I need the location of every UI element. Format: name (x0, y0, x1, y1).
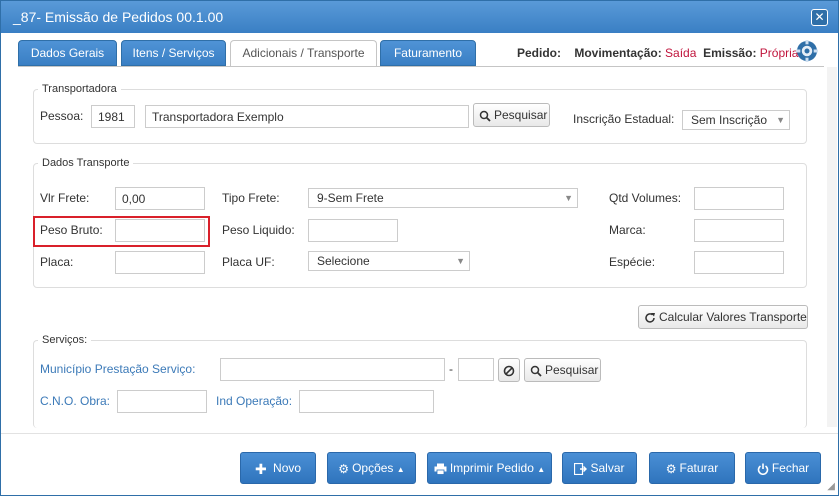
close-icon[interactable]: ✕ (811, 9, 828, 26)
especie-input[interactable] (694, 251, 784, 274)
novo-label: Novo (273, 461, 302, 475)
ie-label: Inscrição Estadual: (573, 112, 675, 126)
municipio-label: Município Prestação Serviço: (40, 362, 196, 376)
faturar-button[interactable]: ⚙ Faturar (649, 452, 735, 484)
especie-label: Espécie: (609, 255, 656, 269)
servicos-section: Serviços: (33, 334, 807, 428)
plus-icon: ✚ (254, 460, 267, 477)
resize-handle-icon[interactable]: ◢ (827, 481, 835, 492)
pedido-label: Pedido: (517, 46, 561, 60)
calculate-label: Calcular Valores Transporte (659, 310, 807, 324)
cno-input[interactable] (117, 390, 207, 413)
peso-liquido-label: Peso Liquido: (222, 223, 295, 237)
print-icon (434, 463, 447, 475)
ind-operacao-input[interactable] (299, 390, 434, 413)
ind-operacao-label: Ind Operação: (216, 394, 293, 408)
tipo-frete-label: Tipo Frete: (222, 191, 280, 205)
pessoa-code-input[interactable] (91, 105, 135, 128)
salvar-button[interactable]: Salvar (562, 452, 637, 484)
chevron-down-icon: ▼ (776, 115, 785, 125)
tab-adicionais-transporte[interactable]: Adicionais / Transporte (230, 40, 377, 67)
dados-transporte-legend: Dados Transporte (42, 157, 130, 169)
footer-divider (1, 433, 838, 434)
opcoes-label: Opções (352, 461, 394, 475)
imprimir-label: Imprimir Pedido (449, 461, 534, 475)
order-status: Pedido: Movimentação: Saída Emissão: Pró… (517, 46, 798, 60)
refresh-icon (645, 312, 655, 323)
caret-down-icon: ▲ (396, 465, 405, 474)
caret-down-icon: ▲ (537, 465, 546, 474)
municipio-code-input[interactable] (458, 358, 494, 381)
emissao-value: Própria (759, 46, 799, 60)
pessoa-label: Pessoa: (40, 109, 84, 123)
window-title: _87- Emissão de Pedidos 00.1.00 (13, 9, 224, 25)
scrollbar[interactable] (827, 67, 837, 427)
chevron-down-icon: ▼ (564, 193, 573, 203)
placa-label: Placa: (40, 255, 74, 269)
transportadora-legend: Transportadora (42, 83, 117, 95)
salvar-label: Salvar (590, 461, 625, 475)
vlr-frete-label: Vlr Frete: (40, 191, 90, 205)
search-label: Pesquisar (545, 363, 599, 377)
cog-icon: ⚙ (338, 461, 350, 476)
order-emission-window: _87- Emissão de Pedidos 00.1.00 ✕ Dados … (0, 0, 839, 496)
pessoa-search-button[interactable]: Pesquisar (473, 103, 550, 127)
marca-input[interactable] (694, 219, 784, 242)
qtd-volumes-label: Qtd Volumes: (609, 191, 682, 205)
tab-faturamento[interactable]: Faturamento (380, 40, 476, 66)
peso-bruto-label: Peso Bruto: (40, 223, 103, 237)
tab-itens-servicos[interactable]: Itens / Serviços (121, 40, 226, 66)
ie-select[interactable]: Sem Inscrição ▼ (682, 110, 790, 130)
tipo-frete-select[interactable]: 9-Sem Frete ▼ (308, 188, 578, 208)
ie-value: Sem Inscrição (691, 113, 768, 127)
gear-icon[interactable] (795, 39, 819, 63)
pessoa-name-input[interactable] (145, 105, 469, 128)
cog-icon: ⚙ (665, 461, 677, 476)
search-label: Pesquisar (494, 108, 548, 122)
vlr-frete-input[interactable] (115, 187, 205, 210)
search-icon (479, 110, 491, 122)
movimentacao-value: Saída (665, 46, 697, 60)
tipo-frete-value: 9-Sem Frete (317, 191, 384, 205)
clear-button[interactable] (498, 358, 520, 382)
servicos-legend: Serviços: (42, 334, 88, 346)
novo-button[interactable]: ✚ Novo (240, 452, 316, 484)
movimentacao-label: Movimentação: (574, 46, 662, 60)
cno-label: C.N.O. Obra: (40, 394, 111, 408)
power-icon (757, 463, 769, 475)
fechar-label: Fechar (771, 461, 810, 475)
placa-input[interactable] (115, 251, 205, 274)
imprimir-pedido-button[interactable]: Imprimir Pedido ▲ (427, 452, 552, 484)
qtd-volumes-input[interactable] (694, 187, 784, 210)
emissao-label: Emissão: (703, 46, 757, 60)
peso-bruto-input[interactable] (115, 219, 205, 242)
placa-uf-select[interactable]: Selecione ▼ (308, 251, 470, 271)
calculate-transport-button[interactable]: Calcular Valores Transporte (638, 305, 808, 329)
peso-liquido-input[interactable] (308, 219, 398, 242)
save-icon (574, 462, 588, 475)
faturar-label: Faturar (679, 461, 719, 475)
marca-label: Marca: (609, 223, 646, 237)
window-titlebar: _87- Emissão de Pedidos 00.1.00 (1, 1, 838, 33)
placa-uf-value: Selecione (317, 254, 370, 268)
ban-icon (503, 365, 515, 377)
tab-dados-gerais[interactable]: Dados Gerais (18, 40, 117, 66)
municipio-input[interactable] (220, 358, 445, 381)
placa-uf-label: Placa UF: (222, 255, 275, 269)
search-icon (530, 365, 542, 377)
municipio-dash: - (449, 362, 453, 376)
opcoes-button[interactable]: ⚙ Opções ▲ (327, 452, 416, 484)
municipio-search-button[interactable]: Pesquisar (524, 358, 601, 382)
chevron-down-icon: ▼ (456, 256, 465, 266)
fechar-button[interactable]: Fechar (745, 452, 821, 484)
